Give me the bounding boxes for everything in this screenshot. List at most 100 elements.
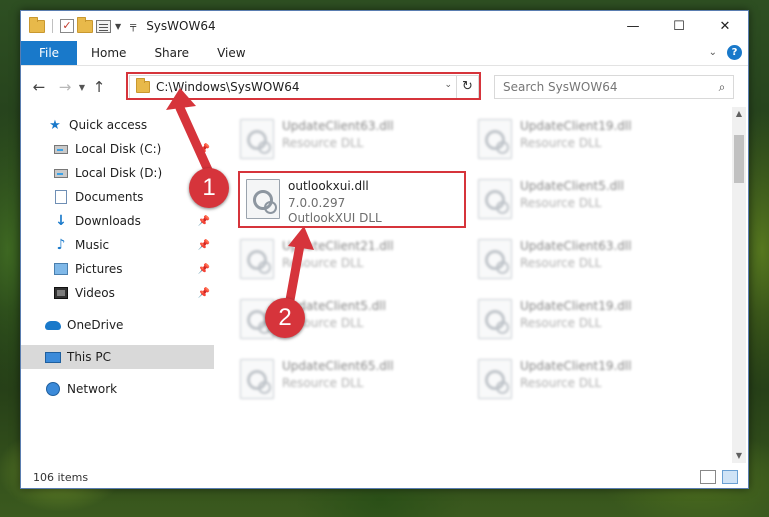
music-icon: ♪ <box>56 237 66 253</box>
sidebar-item-downloads[interactable]: ↓ Downloads 📌 <box>21 209 214 233</box>
sidebar-item-label: Local Disk (C:) <box>75 142 162 156</box>
new-folder-icon[interactable] <box>77 16 93 33</box>
sidebar-item-music[interactable]: ♪ Music 📌 <box>21 233 214 257</box>
ribbon-right: ⌄ ? <box>709 45 742 60</box>
recent-locations-chevron-icon[interactable]: ▼ <box>75 83 89 92</box>
ribbon-tabs: File Home Share View ⌄ ? <box>21 41 748 66</box>
search-input[interactable]: Search SysWOW64 <box>503 80 711 94</box>
sidebar-item-label: Music <box>75 238 110 252</box>
list-item[interactable]: UpdateClient19.dll Resource DLL <box>472 353 700 409</box>
back-arrow-icon[interactable]: ← <box>29 78 49 96</box>
dll-file-icon <box>478 359 512 399</box>
dll-file-icon <box>478 179 512 219</box>
sidebar-item-label: Pictures <box>75 262 123 276</box>
list-item[interactable]: UpdateClient65.dll Resource DLL <box>234 353 462 409</box>
sidebar-item-local-disk-c[interactable]: Local Disk (C:) 📌 <box>21 137 214 161</box>
onedrive-icon <box>45 317 61 333</box>
pin-icon: 📌 <box>197 239 210 251</box>
this-pc-icon <box>45 349 61 365</box>
file-name: UpdateClient19.dll <box>520 119 632 133</box>
pin-icon: 📌 <box>197 263 210 275</box>
dll-file-icon <box>478 119 512 159</box>
window-title: SysWOW64 <box>146 19 216 33</box>
status-bar: 106 items <box>21 466 748 488</box>
sidebar-item-label: OneDrive <box>67 318 124 332</box>
list-item[interactable]: UpdateClient63.dll Resource DLL <box>472 233 700 289</box>
file-name: UpdateClient21.dll <box>282 239 394 253</box>
forward-arrow-icon[interactable]: → <box>55 78 75 96</box>
list-item[interactable]: UpdateClient21.dll Resource DLL <box>234 233 462 289</box>
qat-pin-icon[interactable]: ╤ <box>130 21 136 32</box>
search-box[interactable]: Search SysWOW64 ⌕ <box>494 75 734 99</box>
up-arrow-icon[interactable]: ↑ <box>89 78 109 96</box>
pin-icon: 📌 <box>197 215 210 227</box>
quick-access-toolbar: ✓ ▼ ╤ <box>21 16 136 33</box>
search-icon[interactable]: ⌕ <box>711 80 733 95</box>
list-item[interactable]: UpdateClient19.dll Resource DLL <box>472 293 700 349</box>
pin-icon: 📌 <box>197 287 210 299</box>
pictures-icon <box>53 261 69 277</box>
dll-file-icon <box>478 239 512 279</box>
scroll-up-arrow-icon[interactable]: ▲ <box>732 107 746 121</box>
file-list: UpdateClient63.dll Resource DLL outlookx… <box>234 107 730 463</box>
dll-file-icon <box>240 359 274 399</box>
dll-file-icon <box>240 119 274 159</box>
scroll-down-arrow-icon[interactable]: ▼ <box>732 449 746 463</box>
step-badge-2: 2 <box>265 298 305 338</box>
file-type: Resource DLL <box>520 256 602 270</box>
tab-share[interactable]: Share <box>140 41 203 65</box>
file-name: UpdateClient65.dll <box>282 359 394 373</box>
qat-dropdown-icon[interactable]: ▼ <box>115 22 121 31</box>
file-grid: UpdateClient63.dll Resource DLL outlookx… <box>234 107 730 463</box>
scroll-thumb[interactable] <box>734 135 744 183</box>
sidebar-item-documents[interactable]: Documents 📌 <box>21 185 214 209</box>
sidebar-item-label: Videos <box>75 286 115 300</box>
sidebar-item-quick-access[interactable]: ★ Quick access <box>21 113 214 137</box>
list-item[interactable]: UpdateClient63.dll Resource DLL <box>234 113 462 169</box>
download-icon: ↓ <box>55 213 67 229</box>
maximize-button[interactable]: ☐ <box>656 11 702 41</box>
vertical-scrollbar[interactable]: ▲ ▼ <box>732 107 746 463</box>
sidebar-item-label: Downloads <box>75 214 141 228</box>
sidebar-item-onedrive[interactable]: OneDrive <box>21 313 214 337</box>
sidebar-item-videos[interactable]: Videos 📌 <box>21 281 214 305</box>
details-view-icon[interactable] <box>700 470 716 484</box>
file-type: Resource DLL <box>282 376 364 390</box>
file-type: Resource DLL <box>282 136 364 150</box>
file-highlight-box <box>238 171 466 228</box>
file-name: UpdateClient63.dll <box>282 119 394 133</box>
sidebar-item-this-pc[interactable]: This PC <box>21 345 214 369</box>
file-name: UpdateClient19.dll <box>520 359 632 373</box>
close-button[interactable]: ✕ <box>702 11 748 41</box>
address-highlight-box <box>126 72 481 100</box>
file-name: UpdateClient63.dll <box>520 239 632 253</box>
file-type: Resource DLL <box>520 316 602 330</box>
file-type: Resource DLL <box>520 376 602 390</box>
title-bar: ✓ ▼ ╤ SysWOW64 — ☐ ✕ <box>21 11 748 41</box>
step-badge-1: 1 <box>189 168 229 208</box>
tab-home[interactable]: Home <box>77 41 140 65</box>
item-count: 106 items <box>33 470 89 484</box>
list-item[interactable]: UpdateClient5.dll Resource DLL <box>472 173 700 229</box>
drive-icon <box>53 165 69 181</box>
file-name: UpdateClient19.dll <box>520 299 632 313</box>
large-icons-view-icon[interactable] <box>722 470 738 484</box>
sidebar-item-label: Local Disk (D:) <box>75 166 163 180</box>
customize-icon[interactable] <box>96 19 111 33</box>
star-icon: ★ <box>49 117 61 133</box>
file-name: UpdateClient5.dll <box>520 179 624 193</box>
sidebar-item-label: Documents <box>75 190 144 204</box>
sidebar-item-pictures[interactable]: Pictures 📌 <box>21 257 214 281</box>
window-controls: — ☐ ✕ <box>610 11 748 41</box>
properties-check-icon[interactable]: ✓ <box>60 19 74 33</box>
tab-file[interactable]: File <box>21 41 77 65</box>
videos-icon <box>53 285 69 301</box>
dll-file-icon <box>240 239 274 279</box>
minimize-button[interactable]: — <box>610 11 656 41</box>
tab-view[interactable]: View <box>203 41 259 65</box>
sidebar-item-local-disk-d[interactable]: Local Disk (D:) <box>21 161 214 185</box>
expand-ribbon-chevron-icon[interactable]: ⌄ <box>709 47 717 58</box>
sidebar-item-network[interactable]: Network <box>21 377 214 401</box>
list-item[interactable]: UpdateClient19.dll Resource DLL <box>472 113 700 169</box>
help-icon[interactable]: ? <box>727 45 742 60</box>
